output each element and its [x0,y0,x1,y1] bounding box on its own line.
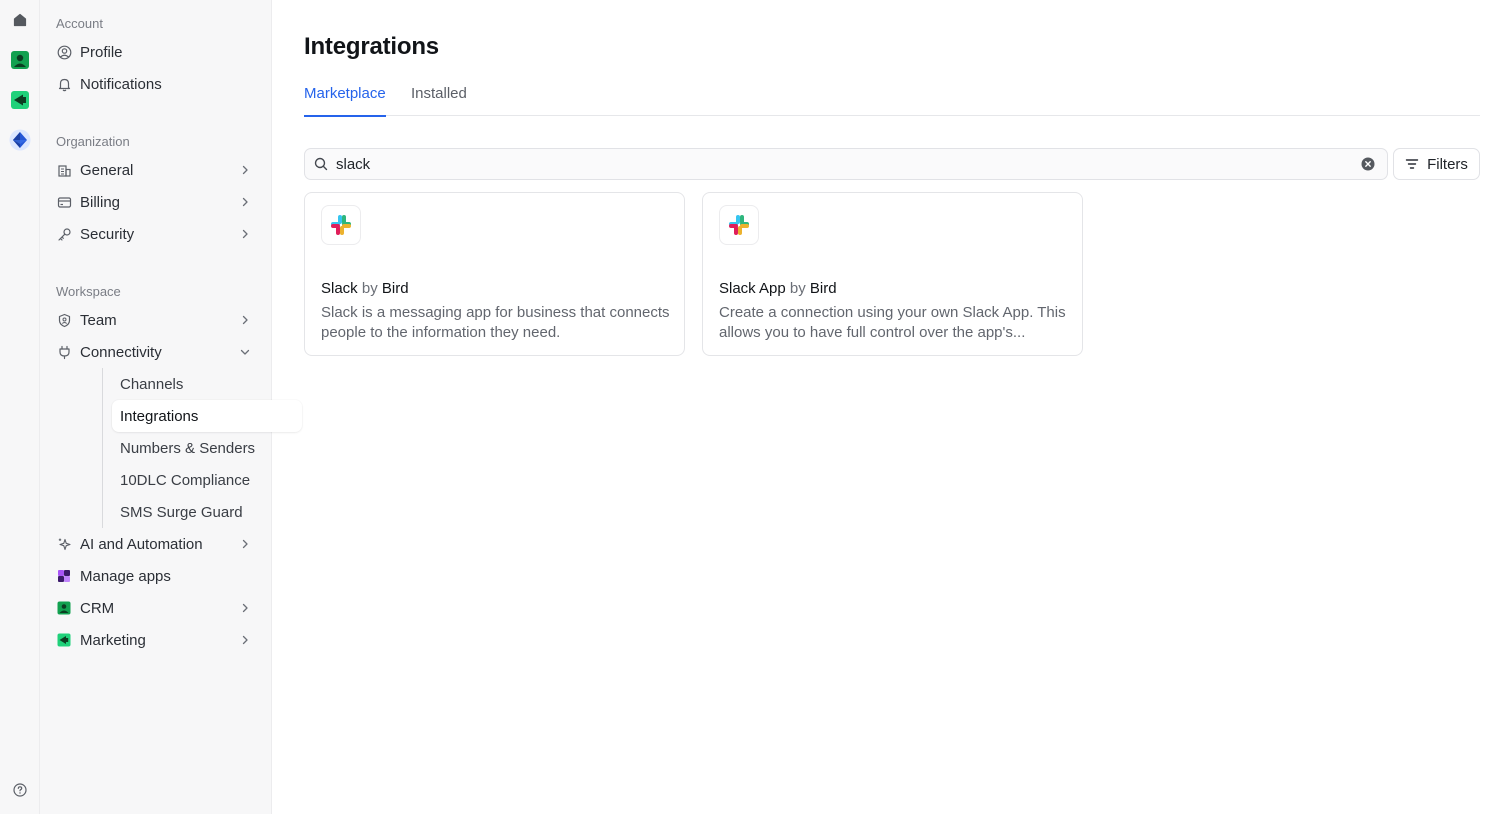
tab-bar: Marketplace Installed [304,80,1480,117]
sidebar-item-ai-automation[interactable]: AI and Automation [56,529,262,559]
card-by-label: by [361,280,378,297]
chevron-right-icon [242,165,248,175]
sidebar-item-label: Notifications [80,75,162,93]
card-app-name: Slack [321,280,358,297]
card-vendor: Bird [381,280,409,297]
user-circle-icon [56,44,72,60]
clear-search-icon[interactable] [1361,157,1375,171]
chevron-right-icon [242,635,248,645]
card-app-name: Slack App [719,280,786,297]
sidebar-item-label: Profile [80,43,123,61]
sidebar-item-billing[interactable]: Billing [56,187,262,217]
settings-sidebar: Account Profile Notifications Organizati… [40,0,302,814]
chevron-right-icon [242,603,248,613]
sidebar-item-manage-apps[interactable]: Manage apps [56,561,262,591]
sparkle-icon [56,536,72,552]
card-description: Slack is a messaging app for business th… [321,304,670,341]
sidebar-item-label: CRM [80,599,115,617]
filters-button[interactable]: Filters [1393,148,1480,180]
section-label-organization: Organization [56,134,130,149]
shield-icon [56,312,72,328]
sidebar-item-label: Billing [80,193,121,211]
section-label-workspace: Workspace [56,284,121,299]
card-title: Slack App by Bird [719,280,837,297]
filters-label: Filters [1427,155,1468,173]
home-icon[interactable] [8,8,32,32]
key-icon [56,226,72,242]
chevron-down-icon [240,349,250,355]
help-icon[interactable] [8,778,32,802]
app-rail [0,0,40,814]
slack-logo-icon [719,205,759,245]
sidebar-item-marketing[interactable]: Marketing [56,625,262,655]
tab-installed[interactable]: Installed [411,84,467,116]
sidebar-item-label: Marketing [80,631,146,649]
sidebar-item-connectivity[interactable]: Connectivity [56,337,262,367]
page-title: Integrations [304,33,439,60]
app-root: Account Profile Notifications Organizati… [0,0,1512,814]
chevron-right-icon [242,229,248,239]
sidebar-item-label: Connectivity [80,343,162,361]
sidebar-item-security[interactable]: Security [56,219,262,249]
bird-app-icon[interactable] [8,128,32,152]
card-title: Slack by Bird [321,280,409,297]
main-content: Integrations Marketplace Installed Filte… [272,0,1512,814]
marketing-app-icon[interactable] [8,88,32,112]
sidebar-item-label: Manage apps [80,567,171,585]
sidebar-item-label: General [80,161,134,179]
bell-icon [56,76,72,92]
apps-grid-icon [56,568,72,584]
section-label-account: Account [56,16,103,31]
submenu-guide-line [102,368,103,528]
sidebar-item-profile[interactable]: Profile [56,37,262,67]
chevron-right-icon [242,539,248,549]
filter-lines-icon [1405,159,1419,169]
sidebar-item-general[interactable]: General [56,155,262,185]
credit-card-icon [56,194,72,210]
slack-logo-icon [321,205,361,245]
card-description: Create a connection using your own Slack… [719,304,1066,341]
card-vendor: Bird [809,280,837,297]
card-by-label: by [789,280,806,297]
crm-app-icon[interactable] [8,48,32,72]
search-icon [314,157,328,171]
sidebar-item-label: AI and Automation [80,535,203,553]
sidebar-item-crm[interactable]: CRM [56,593,262,623]
search-box [304,148,1388,180]
search-input[interactable] [336,150,1361,178]
sidebar-item-team[interactable]: Team [56,305,262,335]
sidebar-item-label: Team [80,311,117,329]
integration-card-slack-app[interactable]: Slack App by Bird Create a connection us… [702,192,1083,356]
crm-app-icon [56,600,72,616]
plug-icon [56,344,72,360]
building-icon [56,162,72,178]
chevron-right-icon [242,315,248,325]
integration-card-slack[interactable]: Slack by Bird Slack is a messaging app f… [304,192,685,356]
sidebar-item-notifications[interactable]: Notifications [56,69,262,99]
marketing-app-icon [56,632,72,648]
sidebar-item-label: Security [80,225,135,243]
chevron-right-icon [242,197,248,207]
tab-marketplace[interactable]: Marketplace [304,84,386,117]
